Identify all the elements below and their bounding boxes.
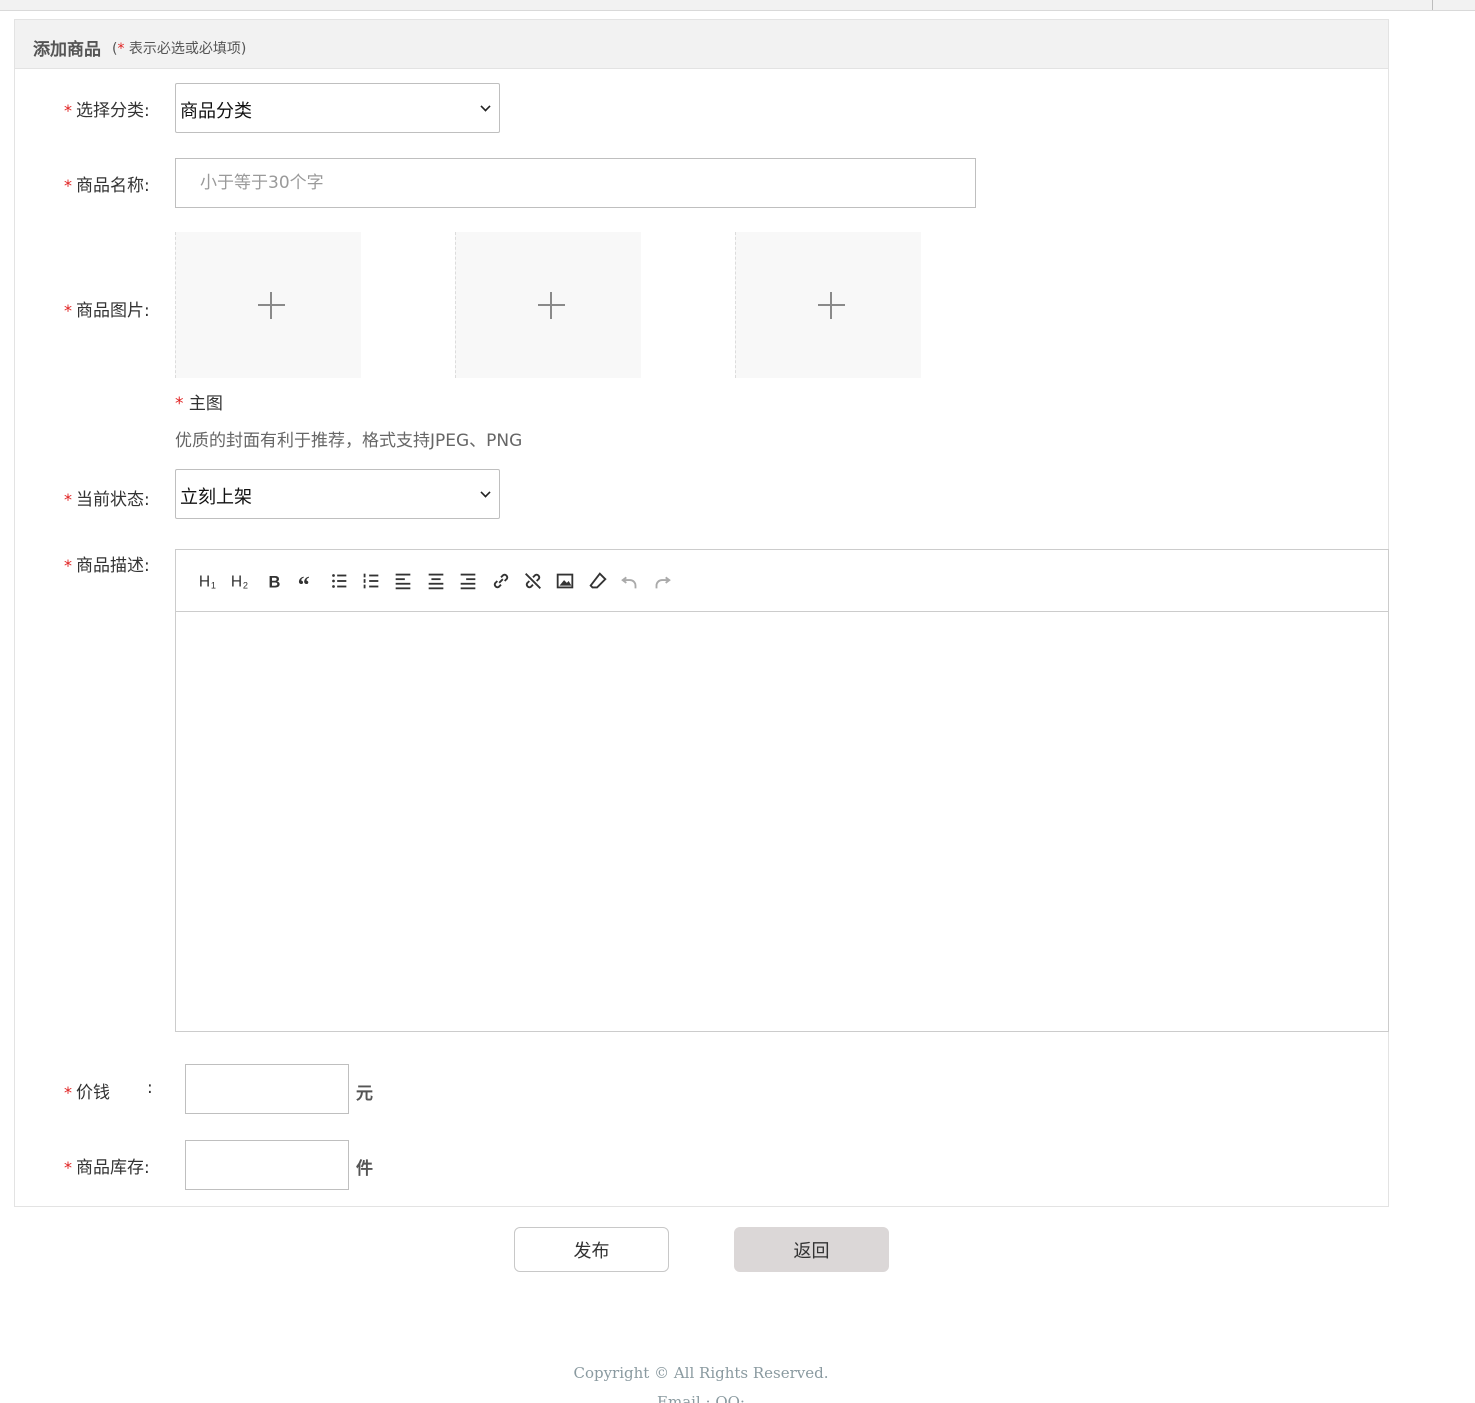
image-format-note: 优质的封面有利于推荐，格式支持JPEG、PNG [175,431,523,451]
product-name-label: * 商品名称: [64,176,150,196]
required-hint: (* 表示必选或必填项) [112,41,247,57]
align-left-icon[interactable] [391,569,415,593]
rich-text-editor: H1 H2 B “ [175,549,1389,1032]
category-select-value: 商品分类 [180,101,252,122]
stock-unit: 件 [356,1159,373,1179]
price-input[interactable] [185,1064,349,1114]
image-icon[interactable] [553,569,577,593]
product-images-label: * 商品图片: [64,301,150,321]
publish-button[interactable]: 发布 [514,1227,669,1272]
product-name-input[interactable] [175,158,976,208]
top-bar-divider [1432,0,1433,10]
quote-icon[interactable]: “ [294,569,318,593]
footer-contact: Email : QQ: [657,1393,745,1403]
svg-text:1: 1 [211,580,216,590]
footer-copyright: Copyright © All Rights Reserved. [573,1364,829,1382]
link-icon[interactable] [489,569,513,593]
bullet-list-icon[interactable] [327,569,351,593]
ordered-list-icon[interactable] [359,569,383,593]
svg-text:H: H [199,574,210,591]
required-star: * [64,101,72,120]
back-button[interactable]: 返回 [734,1227,889,1272]
svg-text:H: H [231,574,242,591]
svg-text:“: “ [298,573,310,592]
required-star: * [64,301,72,320]
description-label: * 商品描述: [64,556,150,576]
main-image-label: * 主图 [175,394,223,414]
chevron-down-icon [480,487,491,498]
top-bar [0,0,1475,11]
panel-title: 添加商品 [33,40,101,60]
stock-input[interactable] [185,1140,349,1190]
svg-text:B: B [269,573,281,591]
redo-icon[interactable] [650,569,674,593]
align-right-icon[interactable] [456,569,480,593]
align-center-icon[interactable] [424,569,448,593]
stock-label: * 商品库存: [64,1158,150,1178]
price-label-colon: : [147,1078,153,1098]
panel-header: 添加商品 (* 表示必选或必填项) [15,20,1388,69]
chevron-down-icon [480,101,491,112]
editor-content-area[interactable] [176,612,1388,1031]
undo-icon[interactable] [618,569,642,593]
status-select-value: 立刻上架 [180,487,252,508]
bold-icon[interactable]: B [262,569,286,593]
required-star: * [175,394,189,414]
status-label: * 当前状态: [64,490,150,510]
required-star: * [64,1158,72,1177]
required-star: * [64,1083,72,1102]
editor-toolbar: H1 H2 B “ [176,550,1388,612]
heading2-icon[interactable]: H2 [229,569,253,593]
required-star: * [64,176,72,195]
required-star: * [64,556,72,575]
eraser-icon[interactable] [586,569,610,593]
svg-text:2: 2 [243,580,248,590]
category-label: * 选择分类: [64,101,150,121]
price-unit: 元 [356,1084,373,1104]
category-select[interactable]: 商品分类 [175,83,500,133]
image-upload-slot[interactable] [175,232,361,378]
image-upload-slot[interactable] [455,232,641,378]
price-label: * 价钱 [64,1083,110,1103]
unlink-icon[interactable] [521,569,545,593]
status-select[interactable]: 立刻上架 [175,469,500,519]
heading1-icon[interactable]: H1 [197,569,221,593]
required-star: * [64,490,72,509]
image-upload-slot[interactable] [735,232,921,378]
